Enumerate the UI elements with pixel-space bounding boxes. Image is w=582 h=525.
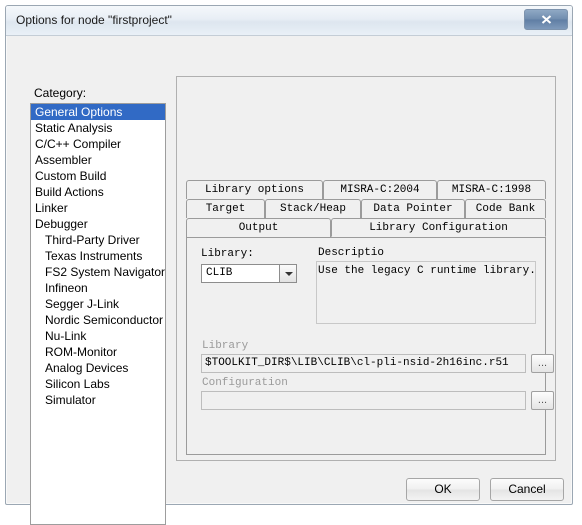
- ok-button[interactable]: OK: [406, 478, 480, 501]
- tab-target[interactable]: Target: [186, 199, 265, 218]
- library-path-input[interactable]: $TOOLKIT_DIR$\LIB\CLIB\cl-pli-nsid-2h16i…: [201, 354, 526, 373]
- category-item-nordic-semiconductor[interactable]: Nordic Semiconductor: [31, 312, 165, 328]
- library-path-label: Library: [202, 340, 249, 352]
- category-item-simulator[interactable]: Simulator: [31, 392, 165, 408]
- tab-data-pointer[interactable]: Data Pointer: [361, 199, 465, 218]
- category-item-silicon-labs[interactable]: Silicon Labs: [31, 376, 165, 392]
- description-text: Use the legacy C runtime library.: [318, 265, 536, 277]
- tab-misra-c-2004[interactable]: MISRA-C:2004: [323, 180, 437, 199]
- tab-output[interactable]: Output: [186, 218, 331, 237]
- category-item-analog-devices[interactable]: Analog Devices: [31, 360, 165, 376]
- category-item-debugger[interactable]: Debugger: [31, 216, 165, 232]
- title-bar: Options for node "firstproject": [6, 6, 572, 36]
- category-item-linker[interactable]: Linker: [31, 200, 165, 216]
- description-label: Descriptio: [318, 247, 385, 259]
- tab-row-3: Output Library Configuration: [186, 218, 546, 237]
- chevron-down-icon[interactable]: [279, 265, 296, 282]
- tab-misra-c-1998[interactable]: MISRA-C:1998: [437, 180, 546, 199]
- category-item-static-analysis[interactable]: Static Analysis: [31, 120, 165, 136]
- cancel-button[interactable]: Cancel: [490, 478, 564, 501]
- category-item-general-options[interactable]: General Options: [31, 104, 165, 120]
- library-label: Library:: [201, 248, 254, 260]
- category-item-rom-monitor[interactable]: ROM-Monitor: [31, 344, 165, 360]
- category-item-segger-j-link[interactable]: Segger J-Link: [31, 296, 165, 312]
- options-dialog: Options for node "firstproject" Category…: [5, 5, 573, 525]
- library-path-value: $TOOLKIT_DIR$\LIB\CLIB\cl-pli-nsid-2h16i…: [205, 357, 509, 369]
- tab-library-configuration[interactable]: Library Configuration: [331, 218, 546, 237]
- tab-code-bank[interactable]: Code Bank: [465, 199, 546, 218]
- category-item-third-party-driver[interactable]: Third-Party Driver: [31, 232, 165, 248]
- tab-stack-heap[interactable]: Stack/Heap: [265, 199, 361, 218]
- category-item-nu-link[interactable]: Nu-Link: [31, 328, 165, 344]
- tab-strip: Library options MISRA-C:2004 MISRA-C:199…: [186, 180, 546, 237]
- category-list[interactable]: General Options Static Analysis C/C++ Co…: [30, 103, 166, 525]
- library-path-browse-button[interactable]: ...: [531, 354, 554, 373]
- category-item-fs2-system-navigator[interactable]: FS2 System Navigator: [31, 264, 165, 280]
- dialog-body: Category: General Options Static Analysi…: [6, 36, 572, 525]
- dialog-title: Options for node "firstproject": [16, 13, 172, 27]
- category-item-custom-build[interactable]: Custom Build: [31, 168, 165, 184]
- tab-row-1: Library options MISRA-C:2004 MISRA-C:199…: [186, 180, 546, 199]
- configuration-label: Configuration: [202, 377, 288, 389]
- configuration-browse-button[interactable]: ...: [531, 391, 554, 410]
- category-item-texas-instruments[interactable]: Texas Instruments: [31, 248, 165, 264]
- category-label: Category:: [34, 86, 87, 100]
- library-select[interactable]: CLIB: [201, 264, 297, 283]
- library-select-value: CLIB: [206, 267, 233, 279]
- category-item-infineon[interactable]: Infineon: [31, 280, 165, 296]
- tab-library-options[interactable]: Library options: [186, 180, 323, 199]
- category-item-assembler[interactable]: Assembler: [31, 152, 165, 168]
- tab-row-2: Target Stack/Heap Data Pointer Code Bank: [186, 199, 546, 218]
- category-item-c-cpp-compiler[interactable]: C/C++ Compiler: [31, 136, 165, 152]
- close-button[interactable]: [524, 9, 568, 30]
- close-icon: [541, 15, 551, 24]
- category-item-build-actions[interactable]: Build Actions: [31, 184, 165, 200]
- configuration-input[interactable]: [201, 391, 526, 410]
